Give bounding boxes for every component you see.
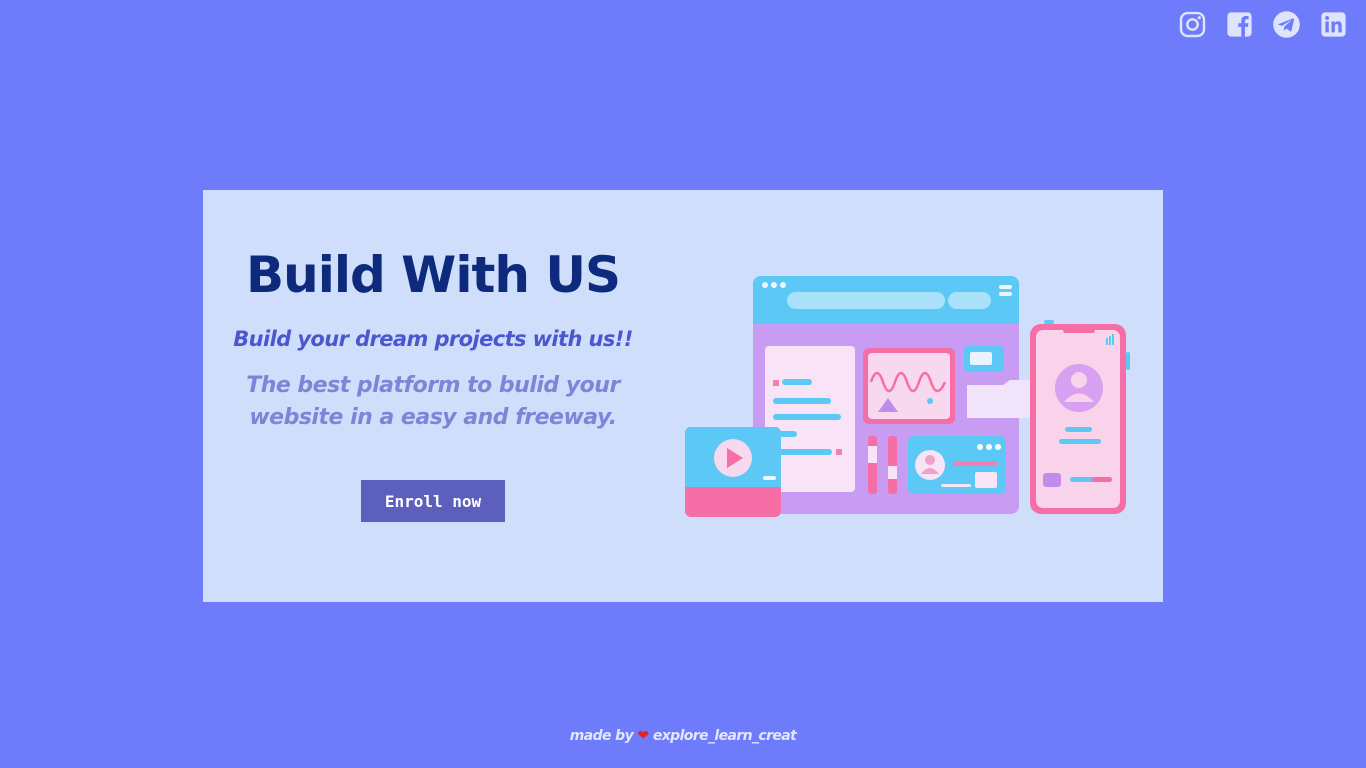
facebook-link[interactable] xyxy=(1225,10,1254,39)
social-links xyxy=(1178,10,1348,39)
enroll-button[interactable]: Enroll now xyxy=(361,480,505,522)
heart-icon: ❤ xyxy=(637,728,649,744)
linkedin-link[interactable] xyxy=(1319,10,1348,39)
slider-left xyxy=(868,436,877,494)
telegram-icon xyxy=(1273,11,1300,38)
hero-subtitle: Build your dream projects with us!! xyxy=(233,327,633,351)
telegram-link[interactable] xyxy=(1272,10,1301,39)
hero-title: Build With US xyxy=(246,246,621,304)
footer-author: explore_learn_creat xyxy=(652,728,797,744)
hero-card: Build With US Build your dream projects … xyxy=(203,190,1163,602)
web-design-illustration xyxy=(685,276,1130,517)
slider-right xyxy=(888,436,897,494)
instagram-icon xyxy=(1179,11,1206,38)
folder-shape xyxy=(967,380,1033,418)
address-bar xyxy=(787,292,945,309)
linkedin-icon xyxy=(1321,12,1346,37)
footer-prefix: made by xyxy=(569,728,634,744)
hero-description: The best platform to bulid your website … xyxy=(246,373,620,430)
instagram-link[interactable] xyxy=(1178,10,1207,39)
hero-text: Build With US Build your dream projects … xyxy=(203,190,663,602)
facebook-icon xyxy=(1227,12,1252,37)
footer-credit: made by ❤ explore_learn_creat xyxy=(0,728,1366,744)
